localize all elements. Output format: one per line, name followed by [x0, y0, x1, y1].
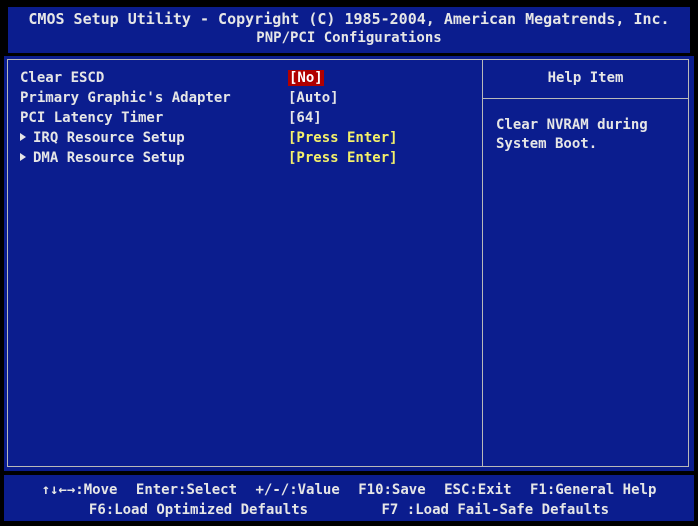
- setting-label: PCI Latency Timer: [20, 110, 164, 126]
- key-hint-value: +/-/:Value: [255, 482, 340, 498]
- footer-bar: ↑↓←→:Move Enter:Select +/-/:Value F10:Sa…: [4, 475, 694, 521]
- key-hint-select: Enter:Select: [135, 482, 238, 498]
- key-hint-move: ↑↓←→:Move: [41, 482, 118, 498]
- key-hint-save: F10:Save: [358, 482, 426, 498]
- help-divider: [483, 98, 688, 99]
- key-hint-help: F1:General Help: [529, 482, 657, 498]
- submenu-arrow-icon: [20, 153, 26, 161]
- panel-frame: Clear ESCD [No] Primary Graphic's Adapte…: [7, 59, 689, 467]
- help-line: Clear NVRAM during: [496, 117, 648, 133]
- footer-keys-row2: F6:Load Optimized Defaults F7 :Load Fail…: [4, 502, 694, 518]
- panel-divider: [482, 60, 483, 466]
- setting-value[interactable]: [Auto]: [288, 90, 339, 106]
- page-title: PNP/PCI Configurations: [256, 30, 442, 46]
- key-hint-failsafe-defaults: F7 :Load Fail-Safe Defaults: [381, 502, 610, 518]
- footer-keys-row1: ↑↓←→:Move Enter:Select +/-/:Value F10:Sa…: [4, 482, 694, 498]
- submenu-irq-resource-setup[interactable]: IRQ Resource Setup [Press Enter]: [20, 130, 480, 150]
- setting-value[interactable]: [64]: [288, 110, 322, 126]
- submenu-label-wrapper: DMA Resource Setup: [20, 150, 185, 166]
- setting-label: Clear ESCD: [20, 70, 105, 86]
- setting-pci-latency-timer[interactable]: PCI Latency Timer [64]: [20, 110, 480, 130]
- setting-clear-escd[interactable]: Clear ESCD [No]: [20, 70, 480, 90]
- submenu-arrow-icon: [20, 133, 26, 141]
- setting-value[interactable]: [No]: [288, 70, 324, 86]
- bios-screen: CMOS Setup Utility - Copyright (C) 1985-…: [0, 0, 698, 526]
- submenu-label: DMA Resource Setup: [33, 150, 185, 166]
- help-text: Clear NVRAM during System Boot.: [496, 116, 676, 154]
- main-panel: Clear ESCD [No] Primary Graphic's Adapte…: [4, 56, 694, 471]
- header-bar: CMOS Setup Utility - Copyright (C) 1985-…: [8, 7, 690, 53]
- setting-label: Primary Graphic's Adapter: [20, 90, 231, 106]
- submenu-value[interactable]: [Press Enter]: [288, 130, 398, 146]
- submenu-dma-resource-setup[interactable]: DMA Resource Setup [Press Enter]: [20, 150, 480, 170]
- help-line: System Boot.: [496, 136, 598, 152]
- key-hint-optimized-defaults: F6:Load Optimized Defaults: [88, 502, 309, 518]
- utility-title: CMOS Setup Utility - Copyright (C) 1985-…: [28, 10, 670, 28]
- settings-menu: Clear ESCD [No] Primary Graphic's Adapte…: [20, 70, 480, 170]
- help-title: Help Item: [547, 70, 624, 86]
- key-hint-exit: ESC:Exit: [444, 482, 512, 498]
- submenu-value[interactable]: [Press Enter]: [288, 150, 398, 166]
- submenu-label-wrapper: IRQ Resource Setup: [20, 130, 185, 146]
- setting-primary-graphics-adapter[interactable]: Primary Graphic's Adapter [Auto]: [20, 90, 480, 110]
- submenu-label: IRQ Resource Setup: [33, 130, 185, 146]
